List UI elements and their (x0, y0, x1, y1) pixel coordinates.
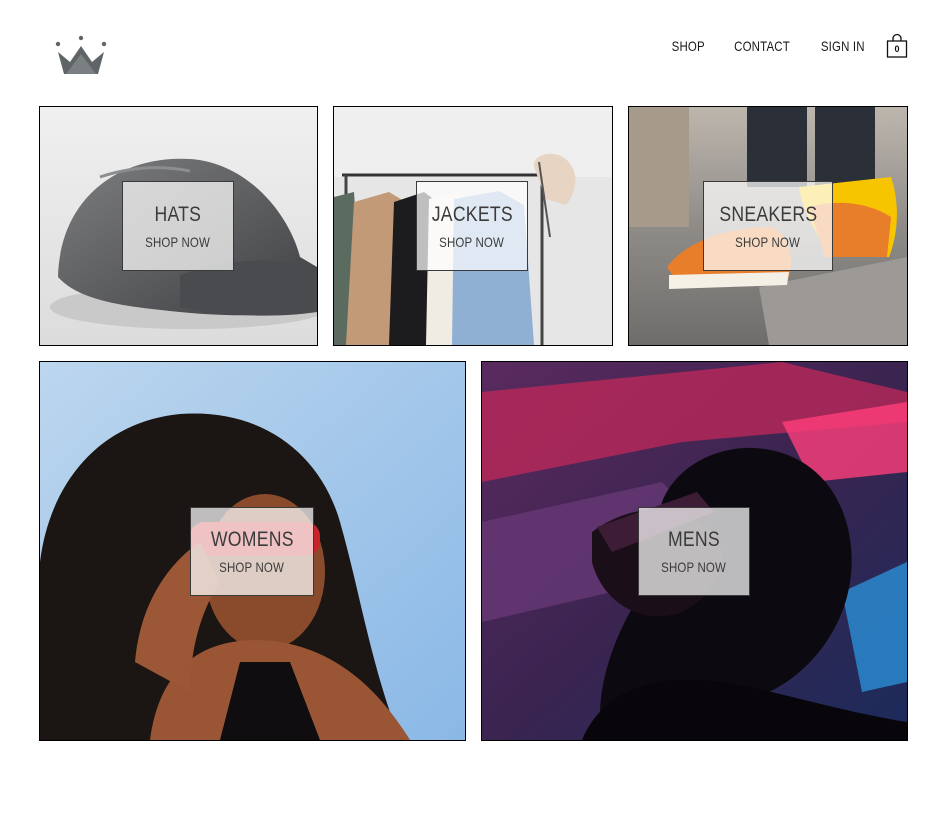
shop-now-link[interactable]: SHOP NOW (146, 234, 211, 250)
category-label-jackets: JACKETS SHOP NOW (416, 181, 528, 271)
cart-button[interactable]: 0 (886, 33, 908, 59)
category-tile-jackets[interactable]: JACKETS SHOP NOW (333, 106, 613, 346)
crown-icon (55, 35, 107, 74)
category-label-hats: HATS SHOP NOW (122, 181, 234, 271)
category-tile-sneakers[interactable]: SNEAKERS SHOP NOW (628, 106, 908, 346)
nav-sign-in-link[interactable]: SIGN IN (821, 38, 865, 54)
category-title: HATS (154, 202, 202, 226)
category-label-sneakers: SNEAKERS SHOP NOW (703, 181, 833, 271)
shop-now-link[interactable]: SHOP NOW (736, 234, 801, 250)
crown-logo[interactable] (52, 34, 110, 78)
category-title: MENS (668, 528, 720, 551)
category-label-mens: MENS SHOP NOW (638, 507, 750, 596)
category-title: SNEAKERS (718, 202, 818, 226)
category-tile-hats[interactable]: HATS SHOP NOW (39, 106, 318, 346)
category-label-womens: WOMENS SHOP NOW (190, 507, 314, 596)
category-title: WOMENS (210, 528, 294, 551)
cart-count: 0 (894, 44, 900, 54)
nav-shop-link[interactable]: SHOP (672, 38, 705, 54)
main-nav: SHOP CONTACT SIGN IN 0 (668, 33, 908, 59)
shop-now-link[interactable]: SHOP NOW (440, 234, 505, 250)
category-tile-womens[interactable]: WOMENS SHOP NOW (39, 361, 466, 741)
nav-contact-link[interactable]: CONTACT (735, 38, 791, 54)
category-title: JACKETS (431, 202, 513, 226)
shop-now-link[interactable]: SHOP NOW (220, 559, 285, 575)
shop-now-link[interactable]: SHOP NOW (662, 559, 727, 575)
category-tile-mens[interactable]: MENS SHOP NOW (481, 361, 908, 741)
